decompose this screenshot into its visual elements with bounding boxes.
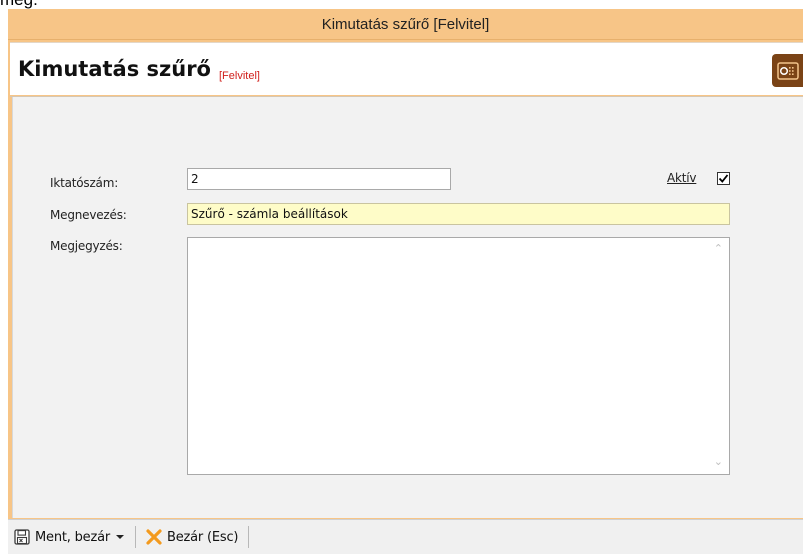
- window-titlebar[interactable]: Kimutatás szűrő [Felvitel]: [8, 9, 803, 40]
- toolbar-divider: [135, 526, 137, 548]
- overflow-text: meg.: [0, 0, 38, 9]
- chevron-down-icon[interactable]: [115, 533, 125, 541]
- aktiv-checkbox[interactable]: [717, 172, 730, 185]
- page-mode-label: [Felvitel]: [219, 70, 260, 82]
- save-close-label: Ment, bezár: [35, 529, 111, 545]
- megjegyzes-textarea[interactable]: ⌃ ⌄: [187, 237, 730, 475]
- iktatoszam-label: Iktatószám:: [50, 176, 119, 190]
- overflow-text-strip: meg.: [0, 0, 803, 9]
- megjegyzes-label: Megjegyzés:: [50, 239, 123, 253]
- window-title: Kimutatás szűrő [Felvitel]: [321, 15, 490, 33]
- megnevezes-label: Megnevezés:: [50, 208, 127, 222]
- save-close-button[interactable]: Ment, bezár: [8, 524, 131, 550]
- aktiv-label-text: Aktív: [667, 171, 697, 185]
- bottom-toolbar: Ment, bezár Bezár (Esc): [8, 519, 803, 554]
- close-label: Bezár (Esc): [167, 529, 239, 545]
- megnevezes-field[interactable]: Szűrő - számla beállítások: [187, 203, 730, 225]
- page-title: Kimutatás szűrő: [18, 57, 211, 81]
- safe-icon: [772, 54, 803, 87]
- iktatoszam-field[interactable]: 2: [187, 168, 451, 190]
- toolbar-divider-end: [248, 526, 250, 548]
- check-mark-icon: [718, 174, 729, 183]
- scroll-up-icon[interactable]: ⌃: [714, 242, 723, 255]
- form-header: Kimutatás szűrő [Felvitel]: [10, 42, 803, 95]
- scroll-down-icon[interactable]: ⌄: [714, 455, 723, 468]
- aktiv-label: Aktív: [667, 171, 697, 185]
- save-icon: [14, 529, 30, 545]
- close-icon: [146, 529, 162, 545]
- close-button[interactable]: Bezár (Esc): [140, 524, 244, 550]
- dialog-window: Kimutatás szűrő [Felvitel] Kimutatás szű…: [8, 9, 803, 554]
- form-body: Iktatószám: 2 Aktív Megnevezés: Szűrő - …: [12, 97, 803, 518]
